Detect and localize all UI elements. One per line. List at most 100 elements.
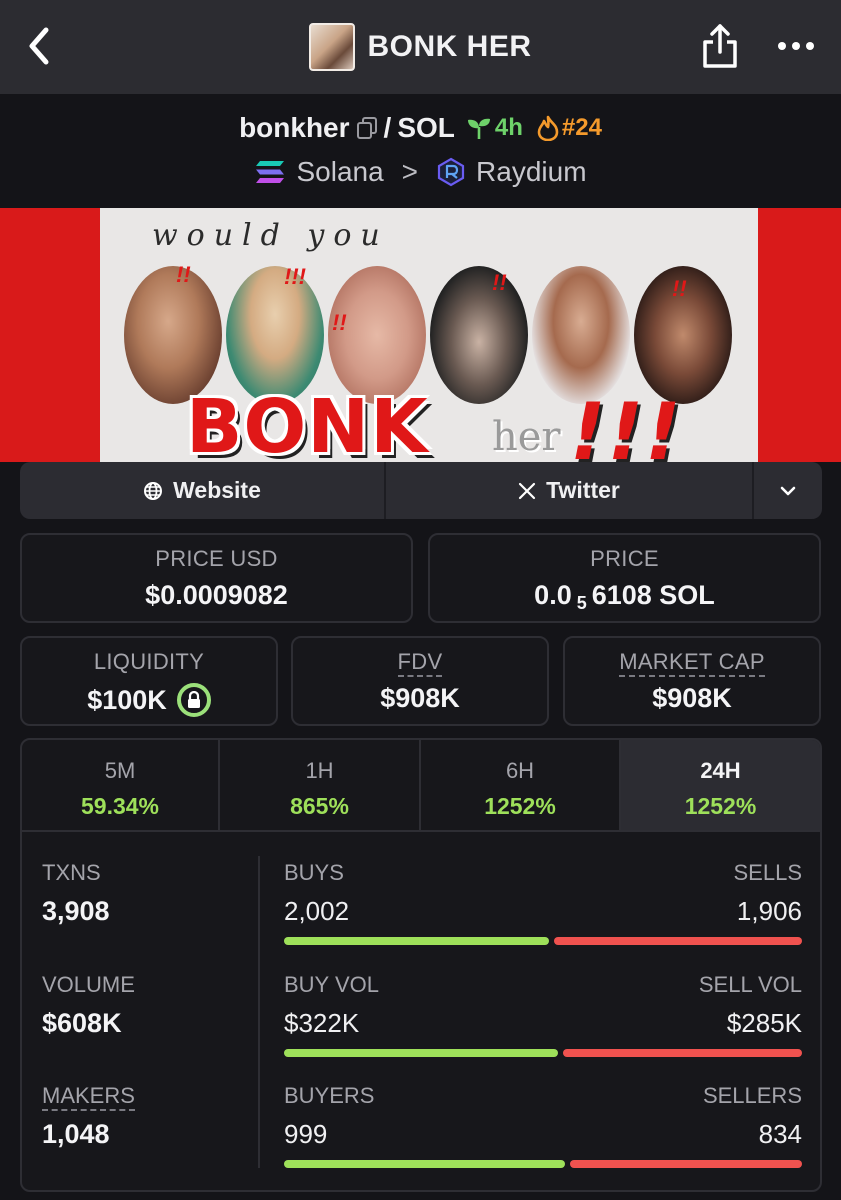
buy-vol-value: $322K: [284, 1008, 360, 1038]
quote-token-symbol: SOL: [397, 112, 455, 143]
website-link-button[interactable]: Website: [20, 462, 386, 519]
market-cap-card[interactable]: MARKET CAP $908K: [563, 636, 821, 726]
liquidity-card: LIQUIDITY $100K: [20, 636, 278, 726]
more-links-dropdown[interactable]: [754, 462, 822, 519]
dex-name[interactable]: Raydium: [476, 156, 586, 188]
price-native-value: 0.0 5 6108 SOL: [430, 580, 819, 613]
x-logo-icon: [519, 482, 536, 499]
price-change: 1252%: [484, 793, 556, 819]
chain-dex-breadcrumb: Solana > Raydium: [0, 152, 841, 192]
txns-value: 3,908: [42, 896, 110, 926]
fdv-card[interactable]: FDV $908K: [291, 636, 549, 726]
timeframe-tab-1h[interactable]: 1H 865%: [220, 740, 421, 830]
sells-value: 1,906: [736, 896, 802, 926]
activity-divider: [258, 856, 260, 1168]
price-native-suffix: 6108 SOL: [591, 580, 715, 610]
share-button[interactable]: [700, 22, 740, 70]
timeframe-label: 1H: [305, 758, 334, 783]
txns-label: TXNS: [42, 860, 101, 885]
solana-icon: [256, 161, 285, 183]
market-cap-text: $908K: [652, 683, 732, 713]
fdv-text: $908K: [380, 683, 460, 713]
market-cap-value: $908K: [565, 683, 819, 714]
share-icon: [703, 24, 737, 68]
trending-rank-badge[interactable]: #24: [537, 114, 602, 142]
makers-value: 1,048: [42, 1119, 110, 1149]
market-cap-label-text: MARKET CAP: [619, 649, 765, 677]
more-horizontal-icon: [778, 42, 814, 50]
buyers-sellers-split: BUYERS SELLERS 999 834: [284, 1083, 802, 1168]
timeframe-tab-5m[interactable]: 5M 59.34%: [22, 740, 220, 830]
top-navigation-bar: BONK HER: [0, 0, 841, 94]
timeframe-label: 5M: [104, 758, 136, 783]
split-header: BUY VOL SELL VOL: [284, 972, 802, 998]
pair-age-text: 4h: [494, 114, 523, 141]
chain-name[interactable]: Solana: [296, 156, 383, 188]
sellers-label: SELLERS: [702, 1083, 802, 1108]
price-native-prefix: 0.0: [534, 580, 572, 610]
makers-stat[interactable]: MAKERS 1,048: [42, 1083, 135, 1150]
price-usd-value: $0.0009082: [22, 580, 411, 611]
sellers-value: 834: [758, 1119, 802, 1149]
raydium-icon: [437, 157, 465, 187]
buy-vol-bar: [284, 1049, 558, 1057]
buys-bar: [284, 937, 549, 945]
price-native-zero-count: 5: [576, 593, 587, 613]
txns-stat: TXNS 3,908: [42, 860, 110, 927]
fdv-label: FDV: [293, 649, 547, 677]
activity-panel: 5M 59.34% 1H 865% 6H 1252% 24H 1252% TXN…: [20, 738, 822, 1192]
banner-caption: would you: [152, 218, 389, 253]
split-values: 999 834: [284, 1119, 802, 1150]
volume-value: $608K: [42, 1008, 122, 1038]
banner-exclamation: !!: [492, 270, 507, 295]
pair-age-badge: 4h: [467, 114, 523, 142]
lock-icon[interactable]: [176, 683, 211, 717]
split-header: BUYS SELLS: [284, 860, 802, 886]
buy-vol-label: BUY VOL: [284, 972, 379, 997]
liquidity-label: LIQUIDITY: [93, 649, 205, 674]
banner-exclamation: !!: [332, 310, 347, 335]
base-token-symbol: bonkher: [239, 112, 350, 143]
makers-label: MAKERS: [42, 1083, 135, 1111]
price-change: 1252%: [684, 793, 757, 819]
sell-vol-bar: [563, 1049, 802, 1057]
trending-rank-text: #24: [561, 114, 602, 141]
volume-stat: VOLUME $608K: [42, 972, 135, 1039]
price-native-label: PRICE: [590, 546, 659, 571]
liquidity-value: $100K: [22, 683, 276, 717]
buyers-sellers-ratio-bar: [284, 1160, 802, 1168]
breadcrumb-chevron-icon: >: [401, 156, 419, 187]
buyers-value: 999: [284, 1119, 328, 1149]
fdv-value: $908K: [293, 683, 547, 714]
more-options-button[interactable]: [776, 30, 816, 60]
chevron-down-icon: [780, 486, 796, 495]
twitter-link-label: Twitter: [546, 477, 620, 503]
globe-icon: [144, 481, 163, 500]
volume-split: BUY VOL SELL VOL $322K $285K: [284, 972, 802, 1057]
sells-bar: [554, 937, 802, 945]
copy-icon[interactable]: [356, 116, 378, 140]
split-header: BUYERS SELLERS: [284, 1083, 802, 1109]
banner-exclamation: !!: [672, 276, 687, 301]
banner-photo: [430, 266, 528, 404]
buys-label: BUYS: [284, 860, 344, 885]
price-change: 865%: [290, 793, 349, 819]
timeframe-tab-24h[interactable]: 24H 1252%: [621, 740, 820, 830]
sell-vol-value: $285K: [726, 1008, 802, 1038]
timeframe-label: 24H: [700, 758, 741, 783]
sellers-bar: [570, 1160, 802, 1168]
price-usd-text: $0.0009082: [145, 580, 288, 610]
banner-photo: [532, 266, 630, 404]
token-avatar: [309, 23, 356, 71]
banner-exclamation: !!: [176, 262, 191, 287]
twitter-link-button[interactable]: Twitter: [386, 462, 754, 519]
split-values: $322K $285K: [284, 1008, 802, 1039]
banner-artwork: would you !! !!! !! !! !! BONK her !!!: [100, 208, 758, 462]
buyers-label: BUYERS: [284, 1083, 375, 1108]
timeframe-tabs: 5M 59.34% 1H 865% 6H 1252% 24H 1252%: [22, 740, 820, 832]
timeframe-tab-6h[interactable]: 6H 1252%: [421, 740, 621, 830]
social-links-bar: Website Twitter: [20, 462, 822, 519]
banner-exclamation: !!!: [284, 264, 306, 289]
volume-label: VOLUME: [42, 972, 135, 997]
fdv-label-text: FDV: [397, 649, 443, 677]
